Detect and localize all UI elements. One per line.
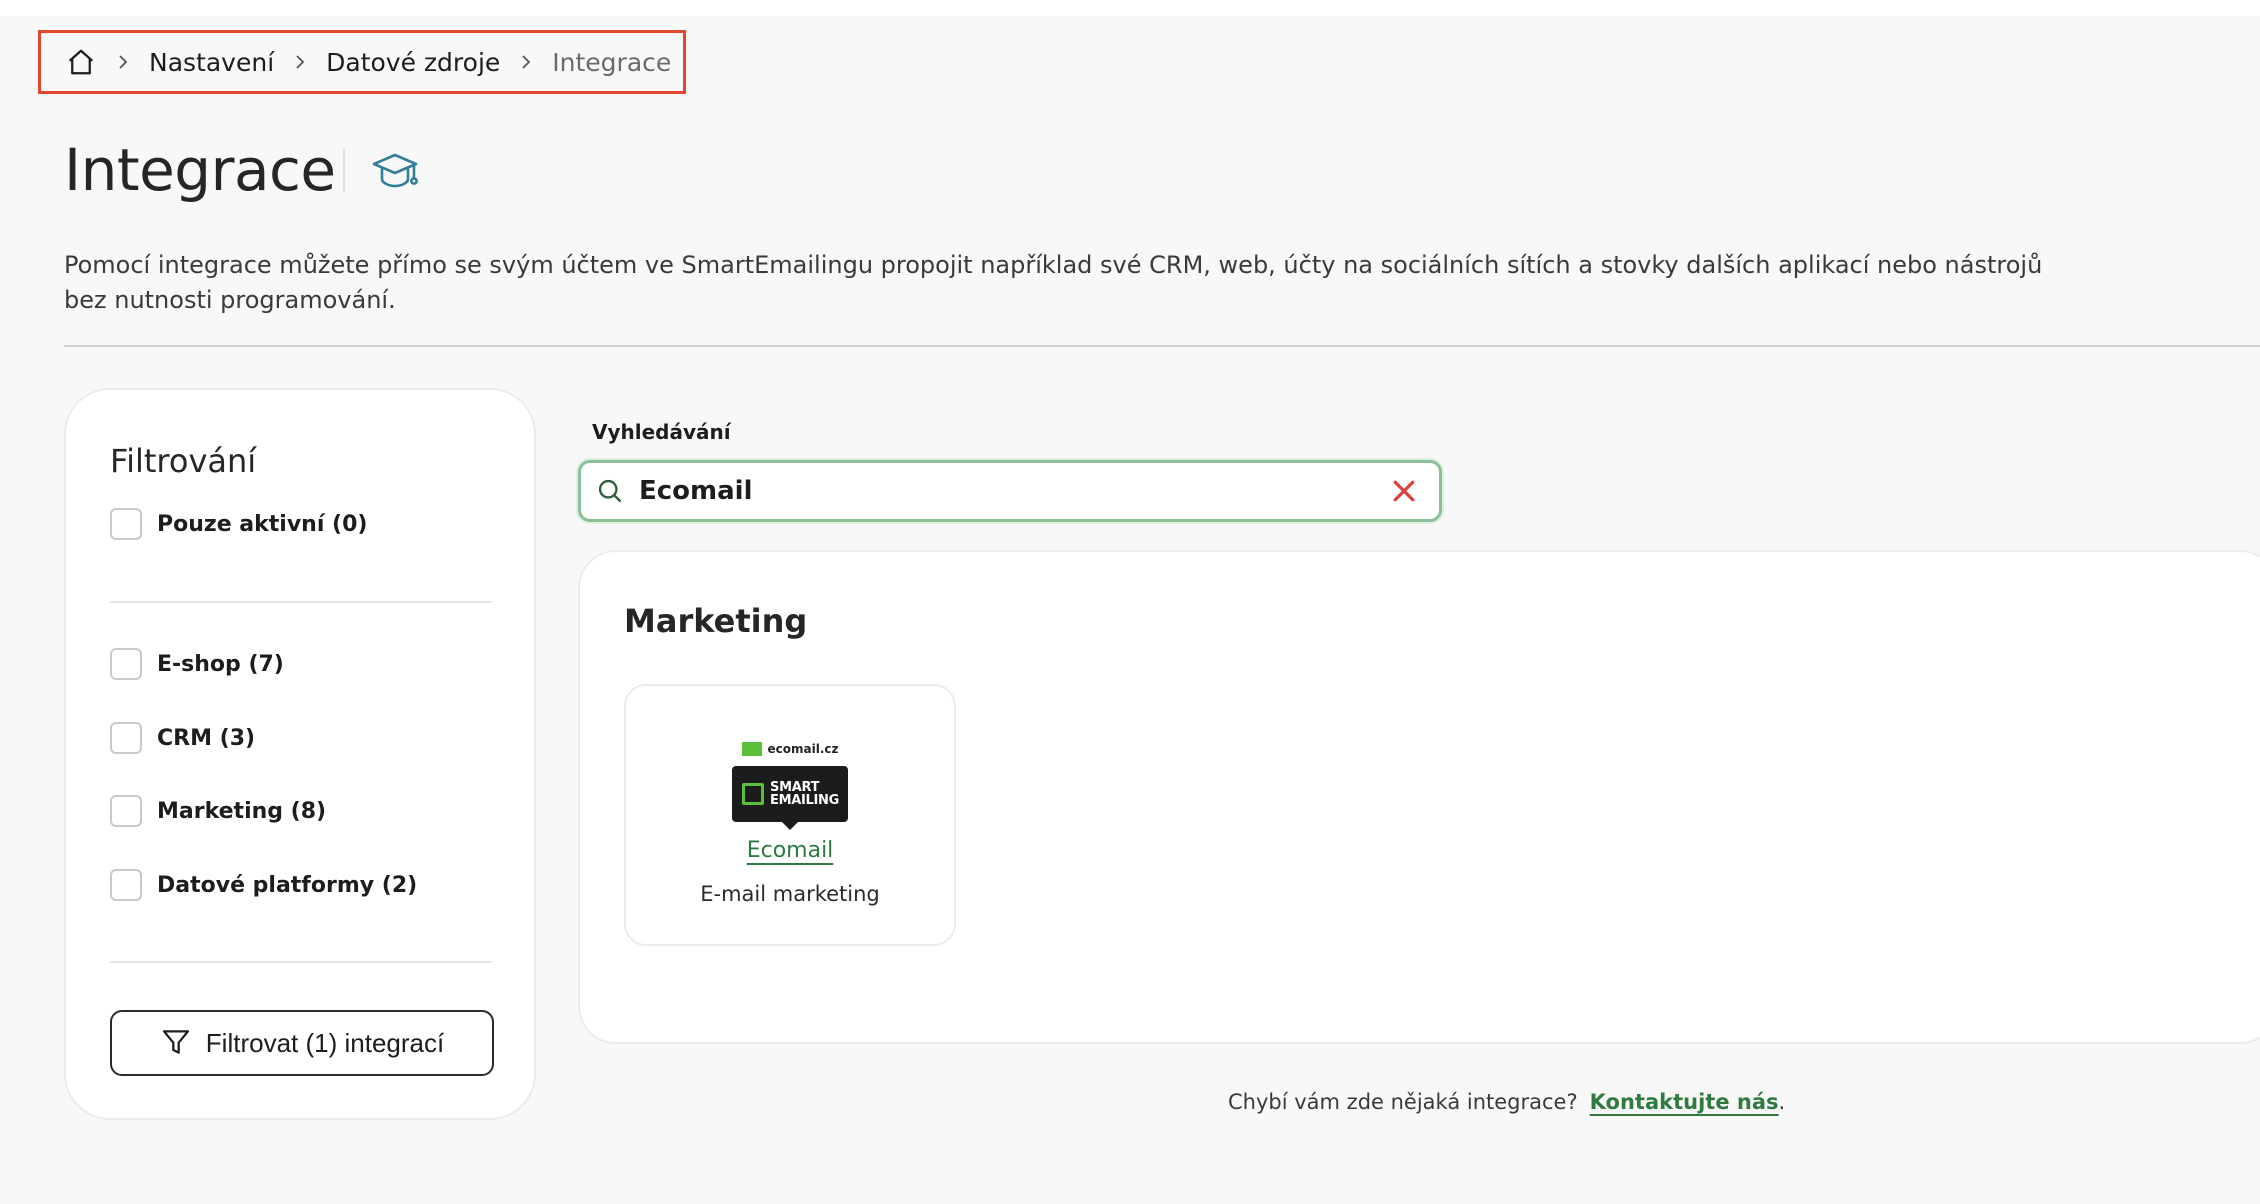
filter-button[interactable]: Filtrovat (1) integrací (110, 1010, 494, 1076)
breadcrumb: Nastavení Datové zdroje Integrace (38, 30, 686, 94)
integration-name-link[interactable]: Ecomail (626, 838, 954, 863)
divider (64, 345, 2260, 347)
chevron-right-icon (294, 54, 306, 70)
checkbox[interactable] (110, 648, 142, 680)
logo-top: ecomail.cz (732, 738, 848, 760)
search-icon (595, 476, 625, 506)
logo-box: SMART EMAILING (732, 766, 848, 830)
breadcrumb-item-data-sources[interactable]: Datové zdroje (326, 48, 500, 77)
close-icon[interactable] (1389, 476, 1419, 506)
checkbox[interactable] (110, 508, 142, 540)
results-panel: Marketing ecomail.cz SMART EMAILING Ecom… (578, 550, 2260, 1044)
checkbox[interactable] (110, 722, 142, 754)
filter-category-label: Marketing (8) (157, 798, 327, 824)
filter-only-active-label: Pouze aktivní (0) (157, 511, 368, 537)
chevron-right-icon (520, 54, 532, 70)
missing-integration-note: Chybí vám zde nějaká integrace? Kontaktu… (1228, 1090, 1785, 1114)
filter-divider (110, 601, 492, 603)
filter-category-label: E-shop (7) (157, 651, 284, 677)
checkbox[interactable] (110, 795, 142, 827)
top-strip (0, 0, 2260, 16)
smartemailing-mark-icon (742, 783, 764, 805)
logo-notch (782, 822, 798, 830)
integration-description: E-mail marketing (700, 882, 880, 906)
search-field[interactable] (578, 460, 1442, 522)
filter-panel: Filtrování Pouze aktivní (0) E-shop (7) … (64, 388, 536, 1120)
ecomail-flag-icon (741, 742, 762, 756)
title-divider (343, 148, 345, 192)
breadcrumb-item-current: Integrace (552, 47, 672, 77)
filter-title: Filtrování (110, 442, 257, 480)
logo-domain: ecomail.cz (767, 742, 839, 756)
search-input[interactable] (639, 476, 1379, 506)
page-description: Pomocí integrace můžete přímo se svým úč… (64, 251, 2043, 314)
filter-only-active[interactable]: Pouze aktivní (0) (110, 508, 367, 540)
missing-integration-question: Chybí vám zde nějaká integrace? (1228, 1090, 1578, 1114)
home-icon[interactable] (65, 46, 97, 78)
filter-category-data-platforms[interactable]: Datové platformy (2) (110, 869, 417, 901)
chevron-right-icon (117, 54, 129, 70)
contact-us-link[interactable]: Kontaktujte nás (1590, 1090, 1779, 1114)
breadcrumb-item-settings[interactable]: Nastavení (149, 48, 274, 77)
graduation-cap-icon[interactable] (370, 148, 420, 194)
integration-logo: ecomail.cz SMART EMAILING (732, 738, 848, 830)
filter-category-crm[interactable]: CRM (3) (110, 722, 255, 754)
filter-category-marketing[interactable]: Marketing (8) (110, 795, 326, 827)
filter-category-label: CRM (3) (157, 725, 256, 751)
logo-text: SMART EMAILING (770, 781, 839, 807)
logo-text-line: EMAILING (770, 793, 839, 808)
page-title: Integrace (64, 136, 336, 204)
search-label: Vyhledávání (592, 420, 731, 444)
checkbox[interactable] (110, 869, 142, 901)
integration-card[interactable]: ecomail.cz SMART EMAILING Ecomail E-mail… (624, 684, 956, 946)
note-suffix: . (1778, 1090, 1786, 1114)
filter-icon (160, 1026, 192, 1061)
filter-divider (110, 961, 492, 963)
filter-category-eshop[interactable]: E-shop (7) (110, 648, 284, 680)
filter-category-label: Datové platformy (2) (157, 872, 418, 898)
section-title: Marketing (624, 602, 808, 640)
filter-button-label: Filtrovat (1) integrací (205, 1027, 445, 1058)
